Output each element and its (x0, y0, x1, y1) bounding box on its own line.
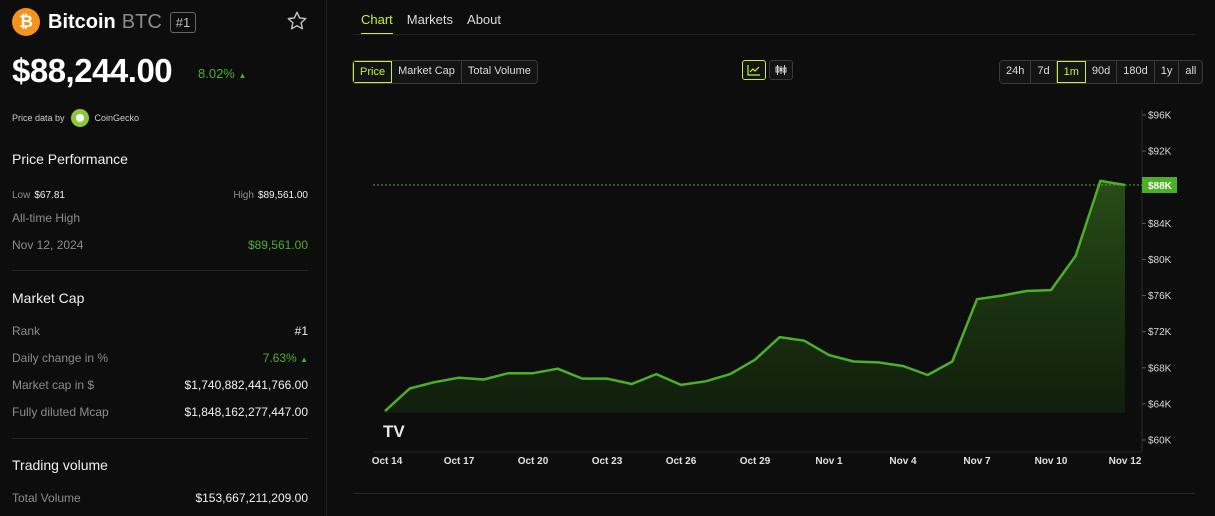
price-change-value: 8.02% (198, 66, 235, 81)
range-all-button[interactable]: all (1179, 61, 1203, 83)
x-tick-label: Oct 23 (592, 456, 623, 467)
coin-info-panel: ₿ Bitcoin BTC #1 $88,244.00 8.02% ▲ Pric… (0, 0, 327, 516)
daily-change-value: 7.63% (262, 351, 297, 365)
line-chart-button[interactable] (742, 60, 766, 80)
y-tick-label: $84K (1148, 219, 1172, 230)
low-value: $67.81 (34, 190, 65, 201)
ath-value: $89,561.00 (247, 238, 308, 252)
line-chart-icon (747, 65, 760, 76)
coin-header: ₿ Bitcoin BTC #1 (12, 8, 197, 36)
star-icon[interactable] (286, 10, 308, 32)
x-tick-label: Oct 17 (444, 456, 475, 467)
provider-name[interactable]: CoinGecko (95, 113, 140, 123)
daily-change-value-wrap: 7.63% ▲ (263, 351, 308, 365)
market-cap-row: Market cap in $ $1,740,882,441,766.00 (12, 378, 308, 392)
tab-markets[interactable]: Markets (407, 12, 453, 35)
metric-market-cap-button[interactable]: Market Cap (392, 61, 462, 83)
fdv-value: $1,848,162,277,447.00 (184, 405, 308, 419)
total-volume-value: $153,667,211,209.00 (195, 491, 308, 505)
metric-selector: Price Market Cap Total Volume (352, 60, 538, 84)
chart-divider (353, 493, 1195, 494)
price-area (385, 180, 1125, 413)
tab-underline (353, 34, 1195, 35)
range-24h-button[interactable]: 24h (1000, 61, 1032, 83)
total-volume-label: Total Volume (12, 491, 81, 505)
y-tick-label: $96K (1148, 111, 1172, 122)
x-tick-label: Nov 1 (815, 456, 843, 467)
total-volume-row: Total Volume $153,667,211,209.00 (12, 491, 308, 505)
x-tick-label: Nov 10 (1035, 456, 1068, 467)
market-cap-label: Market cap in $ (12, 378, 95, 392)
tab-chart[interactable]: Chart (361, 12, 393, 35)
rank-badge: #1 (169, 11, 197, 33)
market-cap-title: Market Cap (12, 290, 85, 306)
x-tick-label: Oct 14 (372, 456, 403, 467)
low-label: Low (12, 190, 31, 201)
ath-date: Nov 12, 2024 (12, 238, 84, 252)
coin-name: Bitcoin (48, 10, 116, 33)
app-root: ₿ Bitcoin BTC #1 $88,244.00 8.02% ▲ Pric… (0, 0, 1215, 516)
price-change: 8.02% ▲ (198, 66, 246, 81)
candlestick-button[interactable] (769, 60, 793, 80)
time-range-selector: 24h 7d 1m 90d 180d 1y all (999, 60, 1204, 84)
x-tick-label: Nov 7 (963, 456, 991, 467)
y-tick-label: $68K (1148, 363, 1172, 374)
x-tick-label: Oct 20 (518, 456, 549, 467)
current-price-tag-label: $88K (1148, 181, 1173, 192)
bitcoin-logo-icon: ₿ (12, 8, 40, 36)
y-tick-label: $60K (1148, 436, 1172, 447)
coin-symbol: BTC (121, 10, 162, 33)
y-tick-label: $76K (1148, 291, 1172, 302)
tab-bar: Chart Markets About (361, 12, 515, 35)
y-tick-label: $80K (1148, 255, 1172, 266)
y-tick-label: $92K (1148, 147, 1172, 158)
daily-change-row: Daily change in % 7.63% ▲ (12, 351, 308, 365)
ath-label: All-time High (12, 211, 81, 225)
range-7d-button[interactable]: 7d (1031, 61, 1057, 83)
high-label: High (233, 190, 254, 201)
y-tick-label: $72K (1148, 327, 1172, 338)
market-cap-value: $1,740,882,441,766.00 (184, 378, 308, 392)
fdv-label: Fully diluted Mcap (12, 405, 109, 419)
price-chart[interactable]: $60K $64K $68K $72K $76K $80K $84K $88K $92K $96K… (353, 100, 1195, 494)
divider (12, 438, 308, 439)
tab-about[interactable]: About (467, 12, 501, 35)
range-1y-button[interactable]: 1y (1154, 61, 1180, 83)
price-performance-title: Price Performance (12, 151, 128, 167)
fdv-row: Fully diluted Mcap $1,848,162,277,447.00 (12, 405, 308, 419)
x-tick-label: Nov 4 (889, 456, 917, 467)
range-180d-button[interactable]: 180d (1117, 61, 1155, 83)
low-high-row: Low $67.81 High $89,561.00 (12, 187, 308, 201)
current-price: $88,244.00 (12, 52, 173, 89)
range-90d-button[interactable]: 90d (1085, 61, 1118, 83)
coingecko-logo-icon (70, 109, 89, 127)
rank-label: Rank (12, 324, 41, 338)
tradingview-watermark-icon: TV (383, 422, 405, 441)
daily-change-label: Daily change in % (12, 351, 109, 365)
price-data-label: Price data by (12, 113, 65, 123)
x-tick-label: Oct 26 (666, 456, 697, 467)
x-tick-label: Nov 12 (1109, 456, 1142, 467)
price-data-source: Price data by CoinGecko (12, 109, 139, 127)
arrow-up-icon: ▲ (238, 71, 247, 80)
arrow-up-icon: ▲ (300, 355, 308, 364)
metric-price-button[interactable]: Price (353, 61, 393, 83)
high-value: $89,561.00 (257, 190, 308, 201)
range-1m-button[interactable]: 1m (1056, 61, 1086, 83)
candlestick-icon (775, 65, 787, 75)
y-tick-label: $64K (1148, 399, 1172, 410)
trading-volume-title: Trading volume (12, 457, 108, 473)
divider (12, 270, 308, 271)
ath-row: Nov 12, 2024 $89,561.00 (12, 238, 308, 252)
metric-total-volume-button[interactable]: Total Volume (461, 61, 537, 83)
x-tick-label: Oct 29 (740, 456, 771, 467)
ath-label-row: All-time High (12, 211, 308, 225)
rank-value: #1 (294, 324, 308, 338)
rank-row: Rank #1 (12, 324, 308, 338)
